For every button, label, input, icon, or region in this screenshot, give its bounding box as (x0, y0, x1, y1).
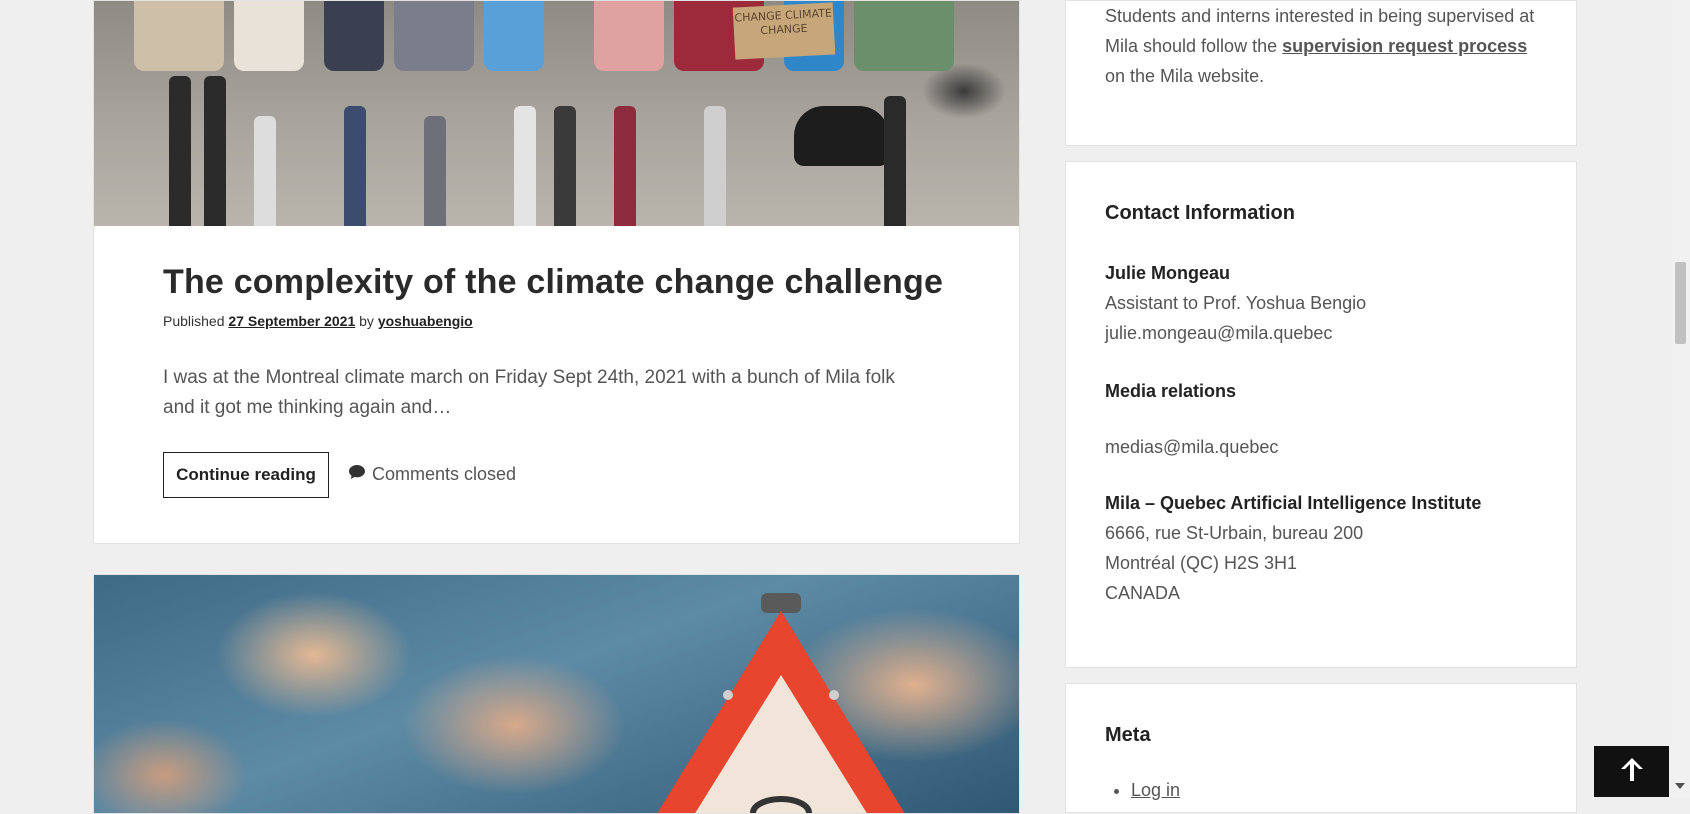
scrollbar-thumb[interactable] (1675, 262, 1686, 344)
image-detail (484, 1, 544, 71)
post-date-link[interactable]: 27 September 2021 (228, 313, 355, 329)
image-detail (344, 106, 366, 226)
org-name: Mila – Quebec Artificial Intelligence In… (1105, 493, 1482, 513)
meta-list-item: Log in (1131, 780, 1180, 801)
image-detail (794, 106, 889, 166)
supervision-text: Students and interns interested in being… (1105, 1, 1546, 91)
address-line-3: CANADA (1105, 583, 1181, 603)
image-detail (134, 1, 224, 71)
log-in-link[interactable]: Log in (1131, 780, 1180, 800)
contact-person-name: Julie Mongeau (1105, 263, 1231, 283)
supervision-request-link[interactable]: supervision request process (1282, 36, 1527, 56)
image-detail (514, 106, 536, 226)
post-card (93, 574, 1020, 814)
post-author-link[interactable]: yoshuabengio (378, 313, 473, 329)
meta-published-label: Published (163, 313, 225, 329)
continue-reading-button[interactable]: Continue reading (163, 452, 329, 498)
image-detail (594, 1, 664, 71)
media-relations-title: Media relations (1105, 381, 1237, 401)
contact-details: Julie Mongeau Assistant to Prof. Yoshua … (1105, 258, 1546, 608)
post-card: CHANGE CLIMATE CHANGE The complexity of … (93, 0, 1020, 544)
image-detail (254, 116, 276, 226)
back-to-top-button[interactable] (1594, 746, 1669, 797)
page-scrollbar[interactable] (1671, 0, 1690, 797)
image-detail (169, 76, 191, 226)
image-detail (614, 106, 636, 226)
post-featured-image[interactable]: CHANGE CLIMATE CHANGE (94, 1, 1019, 226)
post-featured-image[interactable] (94, 575, 1019, 813)
image-detail (704, 106, 726, 226)
image-detail (884, 96, 906, 226)
image-detail (854, 1, 954, 71)
meta-widget-title: Meta (1105, 724, 1151, 746)
address-line-1: 6666, rue St-Urbain, bureau 200 (1105, 523, 1364, 543)
comments-status: Comments closed (348, 464, 516, 485)
image-detail (424, 116, 446, 226)
address-line-2: Montréal (QC) H2S 3H1 (1105, 553, 1298, 573)
supervision-widget: Students and interns interested in being… (1065, 0, 1577, 146)
image-detail (554, 106, 576, 226)
media-email: medias@mila.quebec (1105, 437, 1279, 457)
contact-person-email: julie.mongeau@mila.quebec (1105, 323, 1333, 343)
image-detail (394, 1, 474, 71)
post-excerpt: I was at the Montreal climate march on F… (163, 367, 895, 418)
supervision-text-after: on the Mila website. (1105, 66, 1265, 86)
meta-by-label: by (359, 313, 374, 329)
contact-person-role: Assistant to Prof. Yoshua Bengio (1105, 293, 1367, 313)
post-meta: Published 27 September 2021 by yoshuaben… (163, 313, 473, 329)
arrow-up-icon (1618, 755, 1646, 788)
post-title[interactable]: The complexity of the climate change cha… (163, 263, 943, 302)
image-detail (204, 76, 226, 226)
meta-list: Log in (1105, 780, 1180, 801)
warning-sign-illustration (657, 593, 905, 813)
speech-bubble-icon (348, 464, 366, 485)
scroll-down-arrow-icon[interactable] (1675, 783, 1685, 789)
image-detail (324, 1, 384, 71)
meta-widget: Meta Log in (1065, 683, 1577, 813)
protest-sign: CHANGE CLIMATE CHANGE (732, 2, 836, 60)
comments-label: Comments closed (372, 464, 517, 484)
image-detail (234, 1, 304, 71)
contact-widget: Contact Information Julie Mongeau Assist… (1065, 161, 1577, 668)
contact-widget-title: Contact Information (1105, 202, 1295, 224)
